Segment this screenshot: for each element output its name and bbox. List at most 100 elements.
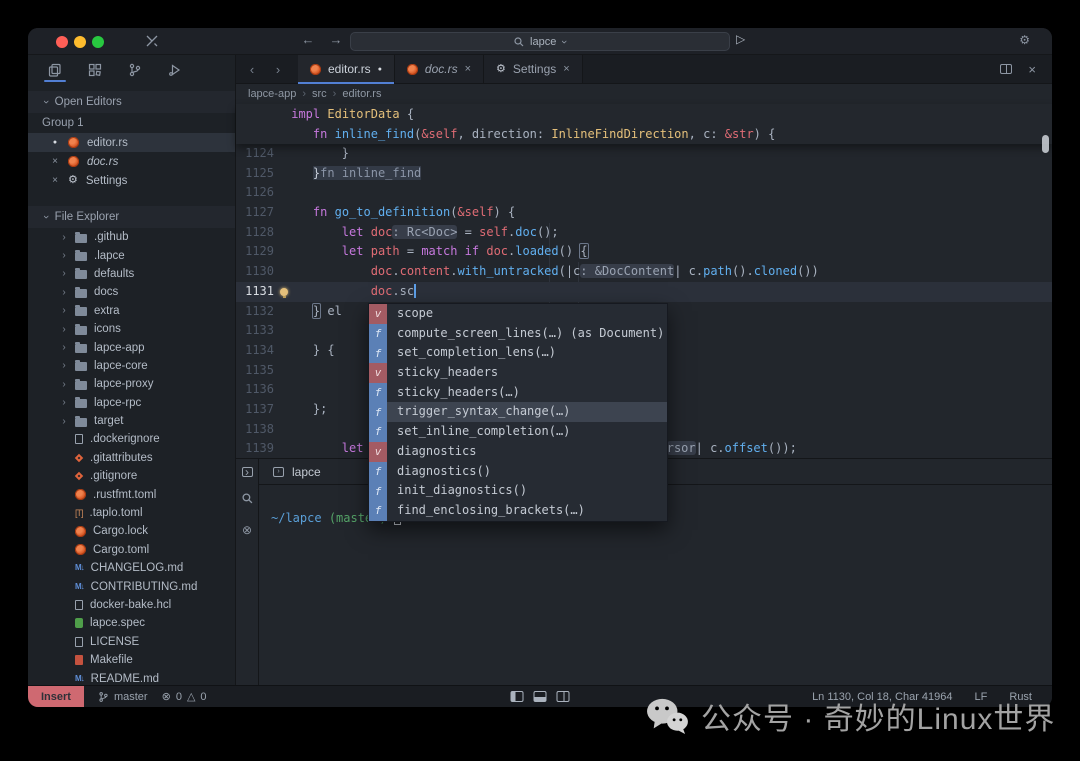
code-token: , c: (689, 127, 725, 141)
close-icon[interactable]: × (50, 156, 60, 167)
section-title: File Explorer (55, 211, 120, 223)
open-editor-item[interactable]: ●editor.rs (28, 133, 235, 152)
file-row[interactable]: .gitignore (28, 467, 235, 485)
panel-terminal-button[interactable]: › (242, 467, 253, 477)
close-editor-button[interactable]: × (1028, 62, 1036, 77)
section-file-explorer[interactable]: › File Explorer (28, 206, 235, 228)
activity-debug-button[interactable] (166, 58, 184, 82)
file-row[interactable]: .dockerignore (28, 430, 235, 448)
folder-row[interactable]: ›target (28, 412, 235, 430)
tab-editor-rs[interactable]: editor.rs● (298, 55, 395, 83)
toggle-right-panel-button[interactable] (557, 691, 570, 702)
code-token (363, 244, 370, 258)
completion-item[interactable]: vsticky_headers (369, 363, 667, 383)
folder-label: target (94, 415, 123, 427)
activity-files-button[interactable] (46, 58, 64, 82)
completion-item[interactable]: vdiagnostics (369, 442, 667, 462)
breadcrumb-item[interactable]: lapce-app (248, 88, 296, 100)
md-icon: M↓ (75, 675, 84, 683)
code-line[interactable]: 1126 (236, 183, 1052, 203)
folder-row[interactable]: ›lapce-proxy (28, 375, 235, 393)
global-search-box[interactable]: lapce › (350, 32, 730, 51)
branch-indicator[interactable]: master (98, 691, 148, 703)
code-line[interactable]: 1124 } (236, 144, 1052, 164)
nav-back-button[interactable]: ← (298, 32, 318, 47)
file-row[interactable]: M↓CONTRIBUTING.md (28, 577, 235, 595)
folder-row[interactable]: ›lapce-core (28, 357, 235, 375)
file-row[interactable]: M↓CHANGELOG.md (28, 559, 235, 577)
run-button[interactable]: ▷ (736, 32, 745, 46)
completion-item[interactable]: fset_inline_completion(…) (369, 422, 667, 442)
file-row[interactable]: Makefile (28, 651, 235, 669)
mode-badge[interactable]: Insert (28, 686, 84, 708)
file-row[interactable]: docker-bake.hcl (28, 596, 235, 614)
code-line[interactable]: 1128 let doc: Rc<Doc> = self.doc(); (236, 223, 1052, 243)
scrollbar-thumb[interactable] (1042, 135, 1049, 153)
completion-popup: vscopefcompute_screen_lines(…) (as Docum… (368, 303, 668, 522)
file-row[interactable]: .rustfmt.toml (28, 485, 235, 503)
file-row[interactable]: Cargo.toml (28, 541, 235, 559)
folder-row[interactable]: ›extra (28, 302, 235, 320)
breadcrumb-item[interactable]: editor.rs (342, 88, 381, 100)
file-row[interactable]: Cargo.lock (28, 522, 235, 540)
spec-icon (75, 618, 83, 628)
completion-item[interactable]: fdiagnostics() (369, 462, 667, 482)
completion-item[interactable]: vscope (369, 304, 667, 324)
folder-row[interactable]: ›docs (28, 283, 235, 301)
file-row[interactable]: [T].taplo.toml (28, 504, 235, 522)
code-line[interactable]: 1131 doc.sc (236, 282, 1052, 302)
completion-item[interactable]: fsticky_headers(…) (369, 383, 667, 403)
traffic-light-maximize-button[interactable] (92, 36, 104, 48)
folder-row[interactable]: ›icons (28, 320, 235, 338)
code-line[interactable]: 1125 }fn inline_find (236, 164, 1052, 184)
folder-row[interactable]: ›lapce-app (28, 338, 235, 356)
completion-item[interactable]: fcompute_screen_lines(…) (as Document) (369, 324, 667, 344)
toggle-left-panel-button[interactable] (511, 691, 524, 702)
rust-icon (68, 156, 79, 167)
function-kind-icon: f (369, 383, 387, 403)
code-token (284, 244, 342, 258)
file-row[interactable]: lapce.spec (28, 614, 235, 632)
file-row[interactable]: LICENSE (28, 633, 235, 651)
completion-item[interactable]: fset_completion_lens(…) (369, 343, 667, 363)
folder-row[interactable]: ›.lapce (28, 246, 235, 264)
tab-history-back-button[interactable]: ‹ (242, 55, 262, 83)
close-icon[interactable]: × (50, 175, 60, 186)
file-row[interactable]: .gitattributes (28, 449, 235, 467)
section-open-editors[interactable]: › Open Editors (28, 91, 235, 113)
file-row[interactable]: M↓README.md (28, 669, 235, 685)
settings-gear-button[interactable]: ⚙ (1019, 33, 1030, 47)
tab-Settings[interactable]: ⚙Settings× (484, 55, 583, 83)
open-editors-list: ●editor.rs×doc.rs×⚙Settings (28, 133, 235, 190)
code-line[interactable]: 1130 doc.content.with_untracked(|c: &Doc… (236, 262, 1052, 282)
completion-item[interactable]: ftrigger_syntax_change(…) (369, 402, 667, 422)
traffic-light-close-button[interactable] (56, 36, 68, 48)
folder-row[interactable]: ›lapce-rpc (28, 394, 235, 412)
tab-history-forward-button[interactable]: › (268, 55, 288, 83)
tab-doc-rs[interactable]: doc.rs× (395, 55, 484, 83)
folder-row[interactable]: ›.github (28, 228, 235, 246)
code-line[interactable]: 1129 let path = match if doc.loaded() { (236, 242, 1052, 262)
traffic-light-minimize-button[interactable] (74, 36, 86, 48)
open-editor-item[interactable]: ×⚙Settings (28, 171, 235, 190)
open-editor-item[interactable]: ×doc.rs (28, 152, 235, 171)
code-token: | c. (674, 264, 703, 278)
panel-problems-button[interactable]: ⊗ (242, 523, 252, 537)
function-kind-icon: f (369, 481, 387, 501)
split-editor-button[interactable] (1000, 64, 1012, 74)
folder-row[interactable]: ›defaults (28, 265, 235, 283)
completion-item[interactable]: finit_diagnostics() (369, 481, 667, 501)
close-icon[interactable]: × (465, 63, 471, 75)
lightbulb-icon[interactable] (280, 288, 288, 296)
completion-item[interactable]: ffind_enclosing_brackets(…) (369, 501, 667, 521)
activity-source-control-button[interactable] (126, 58, 144, 82)
close-icon[interactable]: × (563, 63, 569, 75)
breadcrumb-item[interactable]: src (312, 88, 327, 100)
activity-extensions-button[interactable] (86, 58, 104, 82)
code-token: InlineFindDirection (551, 127, 688, 141)
toggle-bottom-panel-button[interactable] (534, 691, 547, 702)
nav-forward-button[interactable]: → (326, 32, 346, 47)
code-line[interactable]: 1127 fn go_to_definition(&self) { (236, 203, 1052, 223)
panel-search-button[interactable] (242, 493, 253, 507)
problems-indicator[interactable]: ⊗ 0 △ 0 (162, 690, 207, 703)
